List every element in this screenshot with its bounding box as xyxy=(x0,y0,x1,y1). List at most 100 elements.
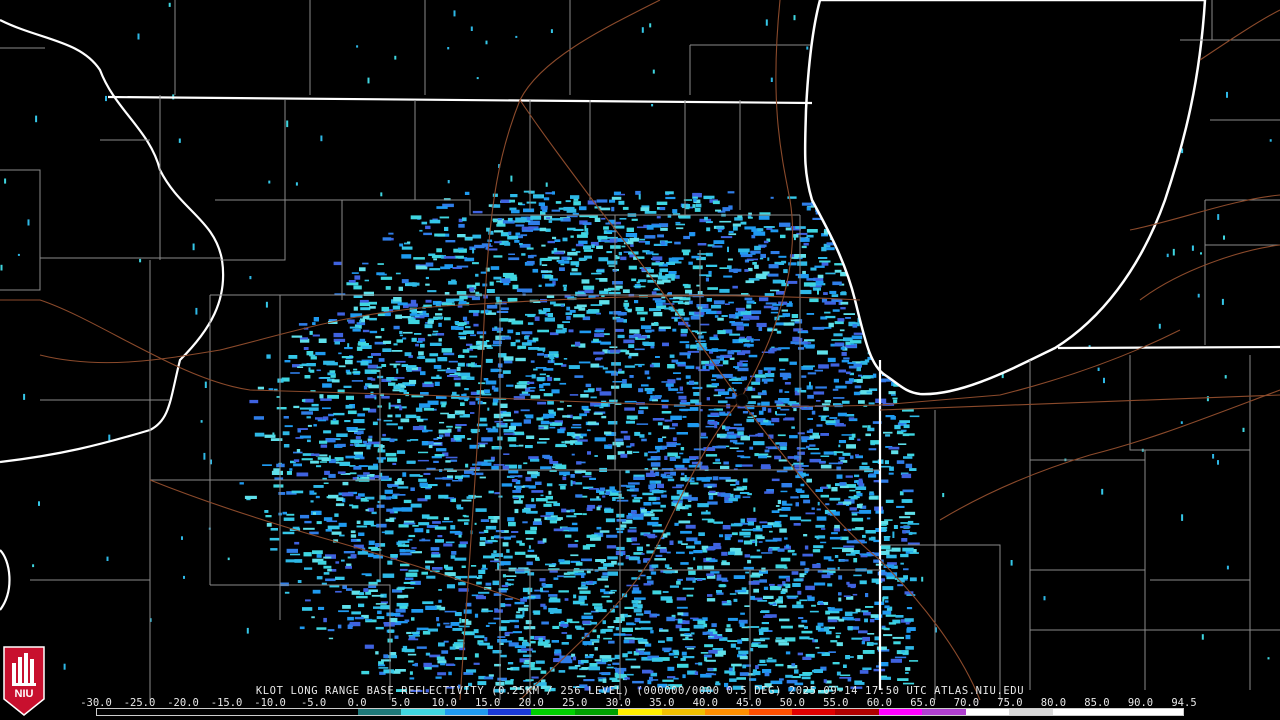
echo-pixel xyxy=(562,415,571,418)
echo-pixel xyxy=(491,385,496,390)
echo-pixel xyxy=(582,475,592,478)
echo-pixel xyxy=(585,655,594,659)
echo-pixel xyxy=(797,331,809,334)
echo-pixel xyxy=(713,240,725,244)
echo-pixel xyxy=(693,392,700,396)
echo-pixel xyxy=(444,610,457,613)
echo-pixel xyxy=(418,478,427,482)
echo-pixel xyxy=(473,629,479,634)
echo-pixel xyxy=(845,345,856,348)
echo-pixel xyxy=(548,598,561,603)
echo-pixel xyxy=(633,285,646,288)
echo-pixel xyxy=(312,334,320,337)
echo-pixel xyxy=(1181,514,1184,521)
echo-pixel xyxy=(541,264,548,266)
echo-pixel xyxy=(348,280,356,283)
echo-pixel xyxy=(466,669,477,673)
echo-pixel xyxy=(771,510,780,513)
echo-pixel xyxy=(485,624,490,627)
echo-pixel xyxy=(635,190,641,195)
echo-pixel xyxy=(538,426,544,429)
echo-pixel xyxy=(591,272,602,275)
echo-pixel xyxy=(299,626,305,630)
echo-pixel xyxy=(423,408,434,411)
echo-pixel xyxy=(625,233,638,237)
echo-pixel xyxy=(768,264,779,269)
echo-pixel xyxy=(312,550,323,555)
echo-pixel xyxy=(833,378,839,383)
echo-pixel xyxy=(759,257,764,260)
echo-pixel xyxy=(643,513,655,517)
echo-pixel xyxy=(810,452,821,455)
echo-pixel xyxy=(680,328,688,334)
echo-pixel xyxy=(572,656,577,661)
echo-pixel xyxy=(785,651,791,655)
echo-pixel xyxy=(429,353,439,357)
echo-pixel xyxy=(392,389,401,392)
echo-pixel xyxy=(746,517,757,522)
echo-pixel xyxy=(706,264,718,267)
echo-pixel xyxy=(909,468,917,471)
echo-pixel xyxy=(635,307,644,312)
echo-pixel xyxy=(672,328,677,332)
echo-pixel xyxy=(609,311,613,315)
echo-pixel xyxy=(316,627,327,630)
echo-pixel xyxy=(565,200,571,203)
echo-pixel xyxy=(389,496,395,499)
echo-pixel xyxy=(326,520,338,523)
echo-pixel xyxy=(462,316,468,321)
echo-pixel xyxy=(531,374,536,379)
echo-pixel xyxy=(710,571,720,574)
echo-pixel xyxy=(521,331,533,335)
echo-pixel xyxy=(661,399,669,402)
echo-pixel xyxy=(511,531,519,533)
echo-pixel xyxy=(353,368,358,371)
echo-pixel xyxy=(676,391,684,394)
echo-pixel xyxy=(471,594,478,597)
echo-pixel xyxy=(607,421,618,425)
echo-pixel xyxy=(590,498,601,501)
echo-pixel xyxy=(431,376,442,379)
echo-pixel xyxy=(731,547,735,552)
echo-pixel xyxy=(694,208,701,212)
echo-pixel xyxy=(672,209,678,214)
echo-pixel xyxy=(596,312,601,315)
echo-pixel xyxy=(303,527,315,530)
echo-pixel xyxy=(640,207,650,212)
echo-pixel xyxy=(443,517,450,521)
echo-pixel xyxy=(727,350,735,355)
echo-pixel xyxy=(493,464,505,466)
echo-pixel xyxy=(783,583,788,587)
echo-pixel xyxy=(404,577,414,580)
echo-pixel xyxy=(652,501,661,505)
echo-pixel xyxy=(567,227,576,231)
echo-pixel xyxy=(1226,565,1229,570)
echo-pixel xyxy=(540,587,543,592)
scale-swatch xyxy=(444,709,488,715)
echo-pixel xyxy=(368,465,379,470)
echo-pixel xyxy=(493,535,500,539)
echo-pixel xyxy=(748,354,758,358)
echo-pixel xyxy=(327,394,339,399)
echo-pixel xyxy=(399,243,404,247)
echo-pixel xyxy=(678,321,689,326)
echo-pixel xyxy=(523,462,528,465)
echo-pixel xyxy=(664,564,670,568)
echo-pixel xyxy=(623,251,629,253)
echo-pixel xyxy=(594,330,604,333)
echo-pixel xyxy=(1103,377,1105,384)
echo-pixel xyxy=(601,658,608,663)
echo-pixel xyxy=(737,539,744,543)
echo-pixel xyxy=(461,565,466,568)
echo-pixel xyxy=(803,242,809,246)
echo-pixel xyxy=(437,369,446,372)
echo-pixel xyxy=(582,513,587,516)
echo-pixel xyxy=(679,452,684,455)
echo-pixel xyxy=(339,461,351,466)
echo-pixel xyxy=(630,244,634,247)
echo-pixel xyxy=(540,494,544,497)
echo-pixel xyxy=(828,607,835,611)
echo-pixel xyxy=(545,511,554,516)
echo-pixel xyxy=(755,539,758,547)
echo-pixel xyxy=(527,595,536,599)
